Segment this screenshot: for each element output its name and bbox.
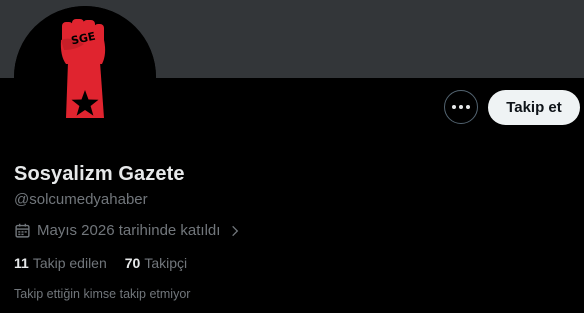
following-count: 11 [14, 255, 29, 271]
chevron-right-icon [232, 225, 239, 236]
followers-count: 70 [124, 255, 141, 271]
more-dots-icon [452, 105, 470, 109]
raised-fist-logo-icon: SGE [14, 6, 156, 148]
joined-date[interactable]: Mayıs 2026 tarihinde katıldı [14, 222, 242, 239]
joined-date-label: Mayıs 2026 tarihinde katıldı [37, 222, 221, 239]
follow-button[interactable]: Takip et [488, 90, 580, 125]
avatar[interactable]: SGE [14, 6, 156, 148]
following-link[interactable]: 11 Takip edilen [14, 255, 107, 271]
user-handle: @solcumedyahaber [14, 191, 148, 208]
followers-label: Takipçi [144, 255, 188, 271]
followers-link[interactable]: 70 Takipçi [125, 255, 187, 271]
followers-you-know-note: Takip ettiğin kimse takip etmiyor [14, 287, 191, 301]
calendar-icon [15, 223, 30, 238]
display-name: Sosyalizm Gazete [14, 163, 185, 185]
follow-stats: 11 Takip edilen 70 Takipçi [14, 255, 187, 271]
more-options-button[interactable] [444, 90, 478, 124]
following-label: Takip edilen [32, 255, 107, 271]
